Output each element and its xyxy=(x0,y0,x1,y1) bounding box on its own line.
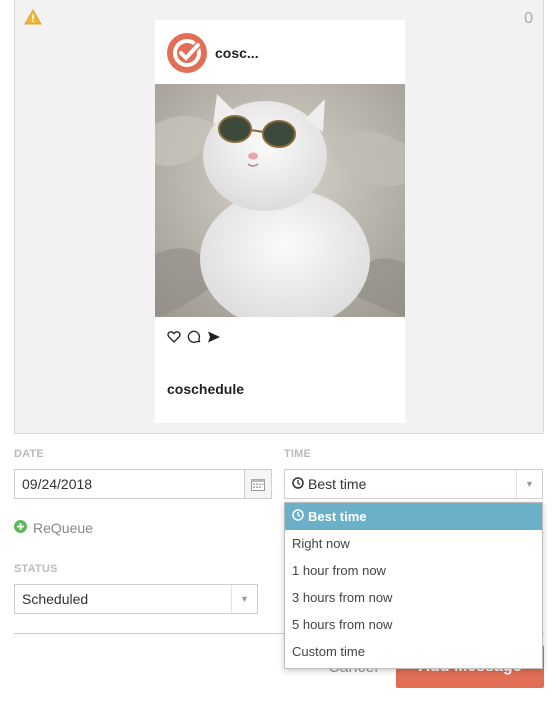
character-count: 0 xyxy=(524,10,533,27)
post-image xyxy=(155,84,405,317)
status-label: STATUS xyxy=(14,563,58,575)
time-selected-value: Best time xyxy=(308,476,367,492)
requeue-label: ReQueue xyxy=(33,520,93,536)
time-option-label: 1 hour from now xyxy=(292,563,386,578)
time-option-label: Custom time xyxy=(292,644,365,659)
time-dropdown-menu: Best time Right now 1 hour from now 3 ho… xyxy=(284,502,543,669)
status-select[interactable]: Scheduled ▼ xyxy=(14,584,258,614)
requeue-toggle[interactable]: ReQueue xyxy=(14,520,93,536)
time-option-label: Right now xyxy=(292,536,350,551)
time-option-label: Best time xyxy=(308,509,367,524)
time-option-label: 3 hours from now xyxy=(292,590,393,605)
post-header: cosc... xyxy=(155,20,405,84)
plus-circle-icon xyxy=(14,520,27,536)
post-actions xyxy=(167,328,221,346)
time-option-right-now[interactable]: Right now xyxy=(285,530,542,557)
instagram-post-card: cosc... coschedule xyxy=(155,20,405,423)
time-option-label: 5 hours from now xyxy=(292,617,393,632)
clock-icon xyxy=(292,476,304,492)
time-select[interactable]: Best time ▼ xyxy=(284,469,543,499)
post-preview-panel: 0 cosc... coschedule xyxy=(14,0,544,434)
date-field[interactable]: 09/24/2018 xyxy=(14,469,272,499)
calendar-icon[interactable] xyxy=(244,469,272,499)
time-label: TIME xyxy=(284,448,312,460)
time-option-5-hours[interactable]: 5 hours from now xyxy=(285,611,542,638)
time-option-1-hour[interactable]: 1 hour from now xyxy=(285,557,542,584)
warning-icon[interactable] xyxy=(24,8,42,25)
account-name: cosc... xyxy=(215,45,259,61)
clock-icon xyxy=(292,509,304,524)
heart-icon[interactable] xyxy=(167,330,181,344)
share-icon[interactable] xyxy=(207,330,221,344)
message-editor: 0 cosc... coschedule DATE 09/24/2018 TIM… xyxy=(0,0,558,701)
comment-icon[interactable] xyxy=(187,330,201,344)
time-option-3-hours[interactable]: 3 hours from now xyxy=(285,584,542,611)
chevron-down-icon[interactable]: ▼ xyxy=(231,585,257,613)
coschedule-logo xyxy=(167,33,207,73)
date-value: 09/24/2018 xyxy=(22,476,93,492)
time-option-best-time[interactable]: Best time xyxy=(285,503,542,530)
status-selected-value: Scheduled xyxy=(22,591,89,607)
post-username: coschedule xyxy=(167,381,245,397)
time-option-custom[interactable]: Custom time xyxy=(285,638,542,665)
chevron-down-icon[interactable]: ▼ xyxy=(516,470,542,498)
date-label: DATE xyxy=(14,448,44,460)
